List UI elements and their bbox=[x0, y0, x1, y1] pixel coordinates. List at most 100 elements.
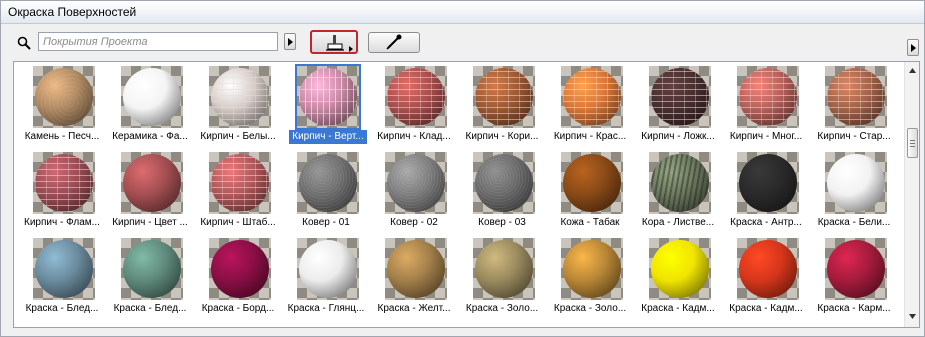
material-thumbnail[interactable] bbox=[473, 152, 535, 214]
material-thumbnail[interactable] bbox=[473, 238, 535, 300]
material-thumbnail[interactable] bbox=[737, 66, 799, 128]
material-thumbnail[interactable] bbox=[121, 66, 183, 128]
material-item[interactable]: Кирпич - Штаб... bbox=[195, 148, 281, 234]
material-item[interactable]: Краска - Золо... bbox=[547, 234, 633, 320]
material-thumbnail[interactable] bbox=[737, 152, 799, 214]
scroll-up-icon[interactable] bbox=[908, 66, 917, 75]
material-label: Кирпич - Ложк... bbox=[641, 131, 715, 142]
material-label: Кирпич - Штаб... bbox=[200, 217, 276, 228]
material-item[interactable]: Краска - Бели... bbox=[811, 148, 897, 234]
material-item[interactable]: Краска - Желт... bbox=[371, 234, 457, 320]
paint-bucket-button[interactable] bbox=[310, 30, 358, 54]
material-thumbnail[interactable] bbox=[33, 66, 95, 128]
scroll-thumb[interactable] bbox=[907, 128, 918, 158]
material-thumbnail[interactable] bbox=[561, 152, 623, 214]
material-item[interactable]: Краска - Глянц... bbox=[283, 234, 369, 320]
material-label: Краска - Борд... bbox=[201, 303, 275, 314]
material-item[interactable]: Краска - Карм... bbox=[811, 234, 897, 320]
material-item[interactable]: Кора - Листве... bbox=[635, 148, 721, 234]
material-thumbnail[interactable] bbox=[385, 66, 447, 128]
material-thumbnail[interactable] bbox=[33, 238, 95, 300]
material-thumbnail[interactable] bbox=[295, 64, 361, 130]
material-item[interactable]: Краска - Кадм... bbox=[635, 234, 721, 320]
vertical-scrollbar[interactable] bbox=[904, 62, 919, 327]
material-label: Камень - Песч... bbox=[24, 131, 100, 142]
material-item[interactable]: Кирпич - Цвет ... bbox=[107, 148, 193, 234]
eyedropper-button[interactable] bbox=[368, 32, 420, 53]
material-thumbnail[interactable] bbox=[473, 66, 535, 128]
material-thumbnail[interactable] bbox=[825, 66, 887, 128]
eyedropper-icon bbox=[386, 34, 402, 50]
material-item[interactable]: Кожа - Табак bbox=[547, 148, 633, 234]
material-item[interactable]: Ковер - 02 bbox=[371, 148, 457, 234]
material-sphere bbox=[827, 68, 885, 126]
material-sphere bbox=[563, 240, 621, 298]
material-label: Кора - Листве... bbox=[641, 217, 715, 228]
material-sphere bbox=[211, 240, 269, 298]
material-item[interactable]: Краска - Антр... bbox=[723, 148, 809, 234]
material-item[interactable]: Кирпич - Кори... bbox=[459, 62, 545, 148]
material-item[interactable]: Керамика - Фа... bbox=[107, 62, 193, 148]
material-thumbnail[interactable] bbox=[561, 66, 623, 128]
material-thumbnail[interactable] bbox=[649, 238, 711, 300]
material-label: Кирпич - Белы... bbox=[200, 131, 276, 142]
material-item[interactable]: Кирпич - Ложк... bbox=[635, 62, 721, 148]
material-item[interactable]: Краска - Блед... bbox=[107, 234, 193, 320]
material-sphere bbox=[739, 68, 797, 126]
material-thumbnail[interactable] bbox=[385, 238, 447, 300]
material-label: Краска - Блед... bbox=[25, 303, 99, 314]
surface-painter-window: Окраска Поверхностей Покрытия Проекта Ка… bbox=[0, 0, 925, 337]
material-thumbnail[interactable] bbox=[209, 238, 271, 300]
material-item[interactable]: Кирпич - Крас... bbox=[547, 62, 633, 148]
material-thumbnail[interactable] bbox=[825, 238, 887, 300]
material-item[interactable]: Кирпич - Стар... bbox=[811, 62, 897, 148]
material-thumbnail[interactable] bbox=[209, 152, 271, 214]
material-thumbnail[interactable] bbox=[649, 152, 711, 214]
material-label: Ковер - 03 bbox=[478, 217, 526, 228]
material-label: Ковер - 01 bbox=[302, 217, 350, 228]
material-item[interactable]: Краска - Борд... bbox=[195, 234, 281, 320]
search-options-button[interactable] bbox=[284, 33, 296, 50]
material-sphere bbox=[739, 240, 797, 298]
material-label: Краска - Бели... bbox=[817, 217, 891, 228]
scroll-down-icon[interactable] bbox=[908, 312, 917, 321]
material-item[interactable]: Краска - Блед... bbox=[19, 234, 105, 320]
material-thumbnail[interactable] bbox=[649, 66, 711, 128]
material-item[interactable]: Кирпич - Клад... bbox=[371, 62, 457, 148]
material-sphere bbox=[35, 68, 93, 126]
magnifier-icon[interactable] bbox=[17, 36, 31, 50]
material-item[interactable]: Кирпич - Мног... bbox=[723, 62, 809, 148]
panel-menu-button[interactable] bbox=[907, 39, 919, 56]
material-sphere bbox=[299, 154, 357, 212]
material-label: Кирпич - Крас... bbox=[553, 131, 627, 142]
material-thumbnail[interactable] bbox=[33, 152, 95, 214]
search-input[interactable] bbox=[38, 32, 278, 51]
material-label: Кирпич - Клад... bbox=[377, 131, 451, 142]
material-sphere bbox=[387, 68, 445, 126]
material-thumbnail[interactable] bbox=[737, 238, 799, 300]
material-item[interactable]: Кирпич - Белы... bbox=[195, 62, 281, 148]
material-item[interactable]: Краска - Кадм... bbox=[723, 234, 809, 320]
material-sphere bbox=[475, 154, 533, 212]
material-thumbnail[interactable] bbox=[209, 66, 271, 128]
material-thumbnail[interactable] bbox=[297, 152, 359, 214]
material-item[interactable]: Ковер - 03 bbox=[459, 148, 545, 234]
material-sphere bbox=[475, 68, 533, 126]
material-thumbnail[interactable] bbox=[121, 238, 183, 300]
material-item[interactable]: Кирпич - Флам... bbox=[19, 148, 105, 234]
material-item[interactable]: Кирпич - Верт... bbox=[283, 62, 369, 148]
material-thumbnail[interactable] bbox=[121, 152, 183, 214]
material-thumbnail[interactable] bbox=[825, 152, 887, 214]
material-item[interactable]: Краска - Золо... bbox=[459, 234, 545, 320]
material-thumbnail[interactable] bbox=[561, 238, 623, 300]
material-thumbnail[interactable] bbox=[385, 152, 447, 214]
material-thumbnail[interactable] bbox=[297, 238, 359, 300]
material-item[interactable]: Камень - Песч... bbox=[19, 62, 105, 148]
material-item[interactable]: Ковер - 01 bbox=[283, 148, 369, 234]
materials-grid: Камень - Песч... Керамика - Фа... Кирпич -… bbox=[14, 62, 904, 327]
material-sphere bbox=[827, 240, 885, 298]
material-sphere bbox=[35, 154, 93, 212]
material-sphere bbox=[563, 154, 621, 212]
paint-bucket-icon bbox=[326, 35, 353, 52]
material-sphere bbox=[299, 240, 357, 298]
